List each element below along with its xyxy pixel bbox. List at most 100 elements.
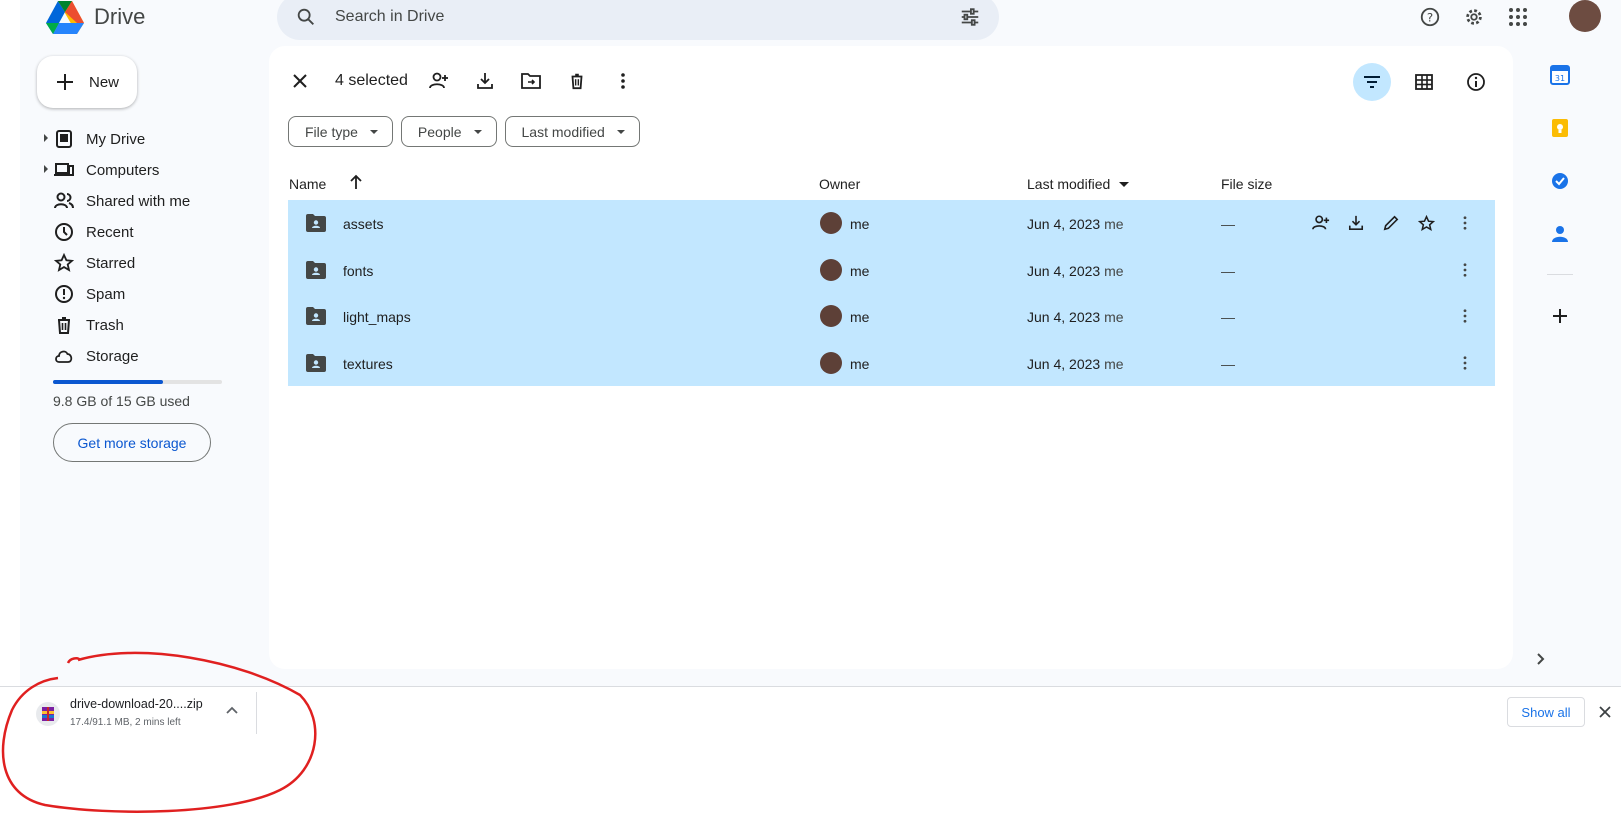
- sidebar-item-label: Recent: [86, 224, 134, 241]
- keep-icon[interactable]: [1547, 115, 1573, 141]
- clear-selection-close-icon[interactable]: [289, 70, 311, 92]
- search-bar[interactable]: Search in Drive: [277, 0, 999, 40]
- owner-name: me: [850, 262, 870, 279]
- storage-progress-bar: [53, 380, 222, 384]
- download-icon[interactable]: [1346, 213, 1366, 233]
- sidebar-item-spam[interactable]: Spam: [20, 279, 260, 310]
- table-row[interactable]: fonts me Jun 4, 2023 me —: [288, 246, 1495, 293]
- shared-folder-icon: [306, 214, 326, 232]
- chip-label: People: [417, 123, 462, 140]
- filter-chip-last-modified[interactable]: Last modified: [504, 116, 640, 147]
- expand-caret-icon[interactable]: [44, 134, 48, 142]
- clock-icon: [55, 223, 73, 241]
- share-add-person-icon[interactable]: [428, 70, 450, 92]
- sidebar-item-starred[interactable]: Starred: [20, 248, 260, 279]
- modified-date: Jun 4, 2023: [1027, 355, 1101, 372]
- table-row[interactable]: light_maps me Jun 4, 2023 me —: [288, 293, 1495, 340]
- column-header-file-size[interactable]: File size: [1221, 176, 1272, 192]
- rename-pencil-icon[interactable]: [1381, 213, 1401, 233]
- column-header-name[interactable]: Name: [289, 176, 326, 192]
- new-button-label: New: [89, 73, 120, 91]
- sidebar-nav: My Drive Computers Shared with me Recent…: [20, 124, 260, 372]
- file-list-panel: 4 selected File type People Last modifie…: [269, 46, 1513, 669]
- file-name[interactable]: textures: [343, 356, 393, 372]
- more-actions-icon[interactable]: [1455, 353, 1475, 373]
- filter-chip-file-type[interactable]: File type: [288, 116, 393, 147]
- download-icon[interactable]: [474, 70, 496, 92]
- drive-logo[interactable]: Drive: [46, 0, 145, 34]
- top-icons: ?: [1417, 4, 1531, 30]
- file-name[interactable]: fonts: [343, 263, 373, 279]
- account-avatar[interactable]: [1569, 0, 1601, 32]
- file-name[interactable]: assets: [343, 216, 383, 232]
- search-options-icon[interactable]: [959, 6, 981, 28]
- more-actions-icon[interactable]: [1455, 306, 1475, 326]
- file-rows: assets me Jun 4, 2023 me — fonts me Jun: [288, 200, 1495, 386]
- column-header-owner[interactable]: Owner: [819, 176, 860, 192]
- search-icon[interactable]: [295, 6, 317, 28]
- modified-by: me: [1104, 309, 1124, 325]
- add-addon-plus-icon[interactable]: [1547, 303, 1573, 329]
- owner-avatar: [820, 351, 842, 374]
- contacts-icon[interactable]: [1547, 221, 1573, 247]
- tasks-icon[interactable]: [1547, 168, 1573, 194]
- last-modified: Jun 4, 2023 me: [1027, 263, 1124, 279]
- star-icon[interactable]: [1416, 213, 1436, 233]
- drive-logo-icon: [46, 0, 84, 34]
- move-to-folder-icon[interactable]: [520, 70, 542, 92]
- sort-ascending-arrow-icon[interactable]: [349, 174, 363, 190]
- table-row[interactable]: assets me Jun 4, 2023 me —: [288, 200, 1495, 247]
- expand-panel-chevron-icon[interactable]: [1536, 652, 1546, 666]
- download-divider: [256, 692, 257, 734]
- settings-icon[interactable]: [1461, 4, 1487, 30]
- close-download-shelf-icon[interactable]: [1594, 701, 1616, 723]
- grid-view-icon[interactable]: [1405, 63, 1443, 101]
- sidebar-item-computers[interactable]: Computers: [20, 155, 260, 186]
- column-header-last-modified[interactable]: Last modified: [1027, 176, 1110, 192]
- table-row[interactable]: textures me Jun 4, 2023 me —: [288, 339, 1495, 386]
- row-hover-actions: [1311, 213, 1436, 233]
- sort-dropdown-arrow-icon[interactable]: [1119, 182, 1129, 187]
- drive-app: Drive Search in Drive ? New My Drive Com…: [20, 0, 1621, 709]
- sidebar-item-label: Storage: [86, 348, 139, 365]
- owner-name: me: [850, 355, 870, 372]
- storage-progress-fill: [53, 380, 163, 384]
- last-modified: Jun 4, 2023 me: [1027, 216, 1124, 232]
- more-actions-icon[interactable]: [1455, 213, 1475, 233]
- table-header: Name Owner Last modified File size: [289, 168, 1495, 200]
- expand-caret-icon[interactable]: [44, 165, 48, 173]
- help-icon[interactable]: ?: [1417, 4, 1443, 30]
- chevron-up-icon[interactable]: [226, 706, 238, 714]
- file-name[interactable]: light_maps: [343, 309, 411, 325]
- svg-text:31: 31: [1555, 74, 1565, 83]
- sidebar-item-my-drive[interactable]: My Drive: [20, 124, 260, 155]
- dropdown-arrow-icon: [369, 129, 378, 134]
- owner-name: me: [850, 309, 870, 325]
- new-button[interactable]: New: [37, 56, 137, 108]
- download-filename[interactable]: drive-download-20....zip: [70, 697, 203, 711]
- sidebar-item-trash[interactable]: Trash: [20, 310, 260, 341]
- calendar-icon[interactable]: 31: [1547, 62, 1573, 88]
- trash-icon[interactable]: [566, 70, 588, 92]
- modified-by: me: [1104, 216, 1124, 232]
- show-all-downloads-button[interactable]: Show all: [1507, 697, 1585, 727]
- sidebar-item-label: Trash: [86, 317, 124, 334]
- filter-chip-people[interactable]: People: [400, 116, 497, 147]
- sidebar-item-label: Computers: [86, 162, 160, 179]
- share-add-person-icon[interactable]: [1311, 213, 1331, 233]
- trash-icon: [58, 317, 70, 334]
- sidebar-item-recent[interactable]: Recent: [20, 217, 260, 248]
- view-controls: [1353, 63, 1495, 101]
- more-actions-icon[interactable]: [612, 70, 634, 92]
- get-more-storage-button[interactable]: Get more storage: [53, 423, 211, 462]
- list-view-filter-icon[interactable]: [1353, 63, 1391, 101]
- sidebar-item-storage[interactable]: Storage: [20, 341, 260, 372]
- apps-grid-icon[interactable]: [1505, 4, 1531, 30]
- info-icon[interactable]: [1457, 63, 1495, 101]
- owner-avatar: [820, 305, 842, 327]
- more-actions-icon[interactable]: [1455, 260, 1475, 280]
- app-name: Drive: [94, 4, 146, 29]
- sidebar-item-shared[interactable]: Shared with me: [20, 186, 260, 217]
- download-status: 17.4/91.1 MB, 2 mins left: [70, 717, 181, 728]
- search-input[interactable]: Search in Drive: [335, 8, 444, 26]
